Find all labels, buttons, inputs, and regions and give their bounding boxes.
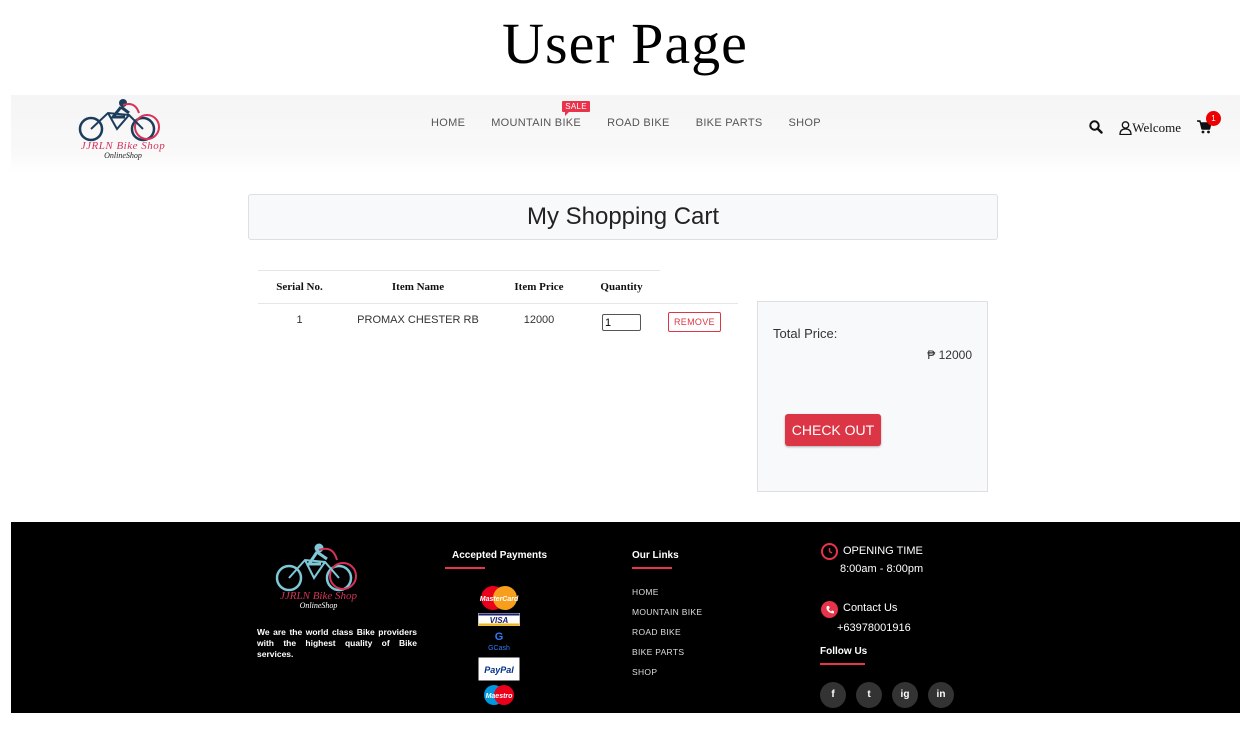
welcome-label: Welcome (1132, 120, 1181, 135)
footer-description: We are the world class Bike providers wi… (257, 627, 417, 659)
navbar: JJRLN Bike Shop OnlineShop HOME MOUNTAIN… (11, 95, 1240, 173)
nav-bike-parts[interactable]: BIKE PARTS (696, 117, 763, 129)
bike-logo-icon (275, 543, 357, 592)
row-serial: 1 (296, 314, 303, 326)
links-title: Our Links (632, 550, 679, 561)
quantity-input[interactable] (602, 314, 641, 331)
table-row: 1 PROMAX CHESTER RB 12000 REMOVE (258, 303, 738, 339)
sale-badge: SALE (562, 101, 590, 116)
linkedin-icon[interactable]: in (928, 682, 954, 708)
table-header-row: Serial No. Item Name Item Price Quantity (258, 270, 660, 304)
column-header-item-price: Item Price (514, 281, 564, 293)
nav-right: Welcome 1 (1089, 111, 1221, 136)
row-quantity-cell (583, 304, 660, 339)
follow-underline (820, 663, 865, 665)
visa-label: VISA (490, 616, 509, 625)
opening-time-title: OPENING TIME (843, 545, 923, 557)
row-item-name: PROMAX CHESTER RB (357, 314, 479, 326)
footer: JJRLN Bike Shop OnlineShop We are the wo… (11, 522, 1240, 713)
links-underline (632, 567, 672, 569)
row-actions: REMOVE (660, 304, 738, 339)
user-menu[interactable]: Welcome (1119, 120, 1181, 136)
brand-logo[interactable]: JJRLN Bike Shop OnlineShop (63, 99, 183, 161)
nav-road-bike[interactable]: ROAD BIKE (607, 117, 670, 129)
mastercard-logo: MasterCard (478, 585, 520, 611)
contact-phone: +63978001916 (837, 622, 911, 634)
instagram-icon[interactable]: ig (892, 682, 918, 708)
checkout-button[interactable]: CHECK OUT (785, 414, 881, 446)
footer-link-road-bike[interactable]: ROAD BIKE (632, 627, 681, 637)
twitter-icon[interactable]: t (856, 682, 882, 708)
column-header-item-name: Item Name (391, 281, 445, 293)
mastercard-label: MasterCard (480, 596, 519, 603)
footer-link-bike-parts[interactable]: BIKE PARTS (632, 647, 684, 657)
nav-mountain-bike[interactable]: MOUNTAIN BIKE SALE (491, 101, 590, 129)
cart-title: My Shopping Cart (248, 194, 998, 240)
footer-link-mountain-bike[interactable]: MOUNTAIN BIKE (632, 607, 702, 617)
nav-home[interactable]: HOME (431, 117, 465, 129)
phone-icon (821, 601, 838, 618)
opening-hours: 8:00am - 8:00pm (840, 563, 924, 575)
footer-link-shop[interactable]: SHOP (632, 667, 657, 677)
column-header-serial: Serial No. (276, 281, 323, 293)
total-price-value: ₱ 12000 (927, 348, 972, 362)
paypal-label: PayPal (484, 665, 514, 675)
column-header-quantity: Quantity (600, 281, 643, 293)
cart-table: Serial No. Item Name Item Price Quantity… (258, 270, 738, 339)
nav-shop[interactable]: SHOP (788, 117, 820, 129)
page-heading: User Page (502, 11, 748, 76)
bike-logo-icon (78, 99, 160, 142)
gcash-label: GCash (488, 645, 510, 652)
footer-link-home[interactable]: HOME (632, 587, 659, 597)
cart-button[interactable]: 1 (1197, 111, 1221, 136)
footer-logo[interactable]: JJRLN Bike Shop OnlineShop (261, 542, 376, 610)
nav-links: HOME MOUNTAIN BIKE SALE ROAD BIKE BIKE P… (431, 101, 847, 129)
visa-logo: VISA (478, 613, 520, 626)
row-item-price: 12000 (523, 314, 555, 326)
gcash-logo: G GCash (478, 629, 520, 653)
nav-mountain-bike-label: MOUNTAIN BIKE (491, 117, 582, 129)
remove-button[interactable]: REMOVE (668, 312, 721, 332)
paypal-logo: PayPal (478, 657, 520, 681)
user-icon (1119, 121, 1132, 135)
payments-underline (445, 567, 485, 569)
clock-icon (821, 543, 838, 560)
follow-title: Follow Us (820, 646, 868, 657)
cart-count-badge: 1 (1206, 111, 1221, 126)
facebook-icon[interactable]: f (820, 682, 846, 708)
search-icon[interactable] (1089, 120, 1105, 136)
brand-sub: OnlineShop (104, 151, 142, 160)
payments-title: Accepted Payments (452, 550, 548, 561)
total-price-label: Total Price: (773, 326, 838, 341)
maestro-logo: Maestro (478, 684, 520, 706)
svg-text:G: G (495, 631, 504, 643)
maestro-label: Maestro (486, 693, 514, 700)
total-summary: Total Price: ₱ 12000 CHECK OUT (757, 301, 988, 492)
contact-title: Contact Us (843, 602, 898, 614)
footer-brand-sub: OnlineShop (299, 601, 338, 610)
